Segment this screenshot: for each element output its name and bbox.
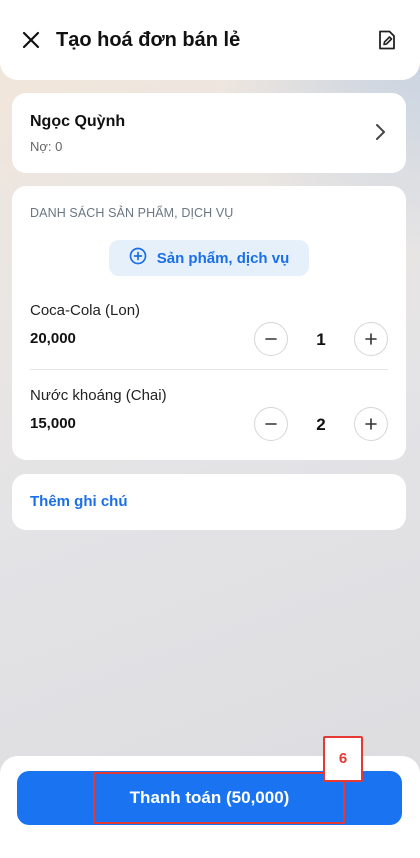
customer-debt: Nợ: 0 (30, 139, 63, 154)
quantity-stepper: 1 (254, 322, 388, 356)
decrease-button[interactable] (254, 322, 288, 356)
edit-document-icon[interactable] (376, 29, 398, 51)
decrease-button[interactable] (254, 407, 288, 441)
page-title: Tạo hoá đơn bán lẻ (56, 28, 241, 51)
product-list-card: DANH SÁCH SẢN PHẨM, DỊCH VỤ Sản phẩm, dị… (12, 186, 406, 460)
quantity-value[interactable]: 2 (288, 415, 354, 435)
note-card[interactable]: Thêm ghi chú (12, 474, 406, 530)
add-note-link[interactable]: Thêm ghi chú (30, 493, 128, 510)
quantity-stepper: 2 (254, 407, 388, 441)
plus-circle-icon (129, 247, 147, 269)
customer-name: Ngọc Quỳnh (30, 113, 126, 130)
customer-card[interactable]: Ngọc Quỳnh Nợ: 0 (12, 93, 406, 173)
increase-button[interactable] (354, 407, 388, 441)
add-product-label: Sản phẩm, dịch vụ (156, 249, 290, 267)
quantity-value[interactable]: 1 (288, 330, 354, 350)
chevron-right-icon (374, 123, 386, 146)
divider (30, 369, 388, 370)
list-item: Nước khoáng (Chai) 15,000 2 (30, 387, 388, 441)
product-name: Coca-Cola (Lon) (30, 302, 141, 319)
close-icon[interactable] (20, 29, 42, 51)
list-item: Coca-Cola (Lon) 20,000 1 (30, 302, 388, 356)
increase-button[interactable] (354, 322, 388, 356)
annotation-marker: 6 (323, 736, 363, 782)
app-header: Tạo hoá đơn bán lẻ (0, 0, 420, 80)
add-product-button[interactable]: Sản phẩm, dịch vụ (109, 240, 309, 276)
product-name: Nước khoáng (Chai) (30, 387, 167, 404)
section-title: DANH SÁCH SẢN PHẨM, DỊCH VỤ (30, 206, 234, 220)
